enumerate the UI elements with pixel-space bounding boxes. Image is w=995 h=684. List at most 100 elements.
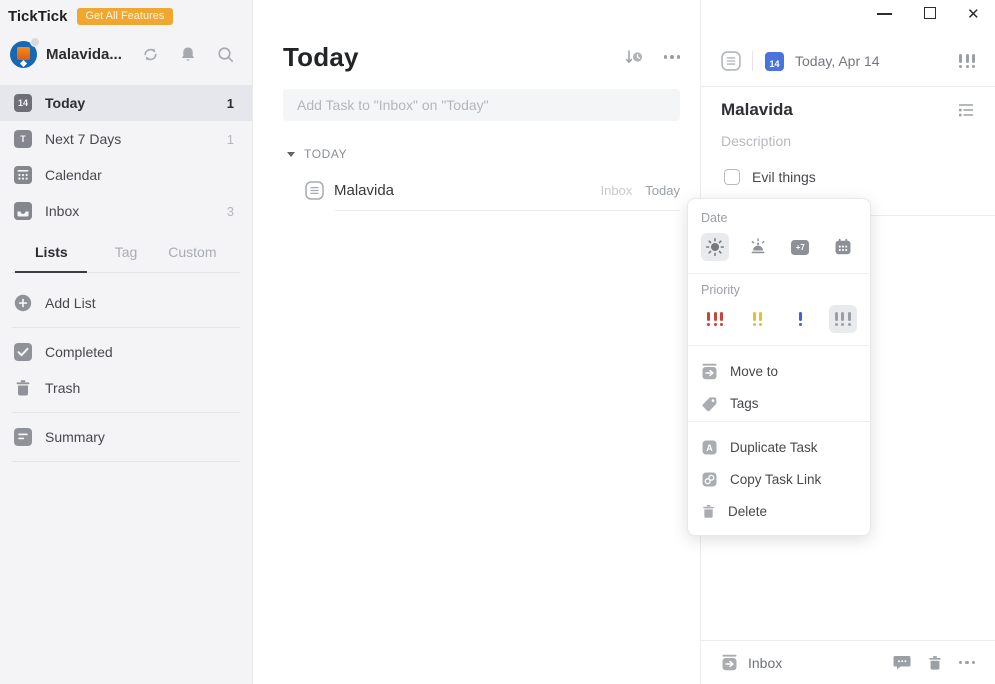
avatar-badge [30,36,40,47]
divider [752,51,753,71]
priority-medium-icon[interactable] [744,305,772,333]
inbox-icon [14,202,32,220]
divider [688,421,870,422]
sidebar: TickTick Get All Features Malavida... 14 [0,0,253,684]
chevron-down-icon [287,151,295,157]
tag-icon [701,395,718,412]
tab-tag[interactable]: Tag [115,244,138,260]
date-custom-calendar-icon[interactable] [829,233,857,261]
sort-icon[interactable] [624,48,644,66]
sidebar-item-summary[interactable]: Summary [0,419,252,455]
task-list-panel: Today TODAY Malavida Inbox Today [253,0,700,684]
menu-item-label: Copy Task Link [730,471,822,487]
brand-row: TickTick Get All Features [0,0,252,26]
plus-circle-icon [14,294,32,312]
date-today-sun-icon[interactable] [701,233,729,261]
today-calendar-icon: 14 [14,94,32,112]
list-more-icon[interactable] [663,55,680,59]
group-header-today[interactable]: TODAY [283,146,680,162]
due-date-calendar-icon[interactable]: 14 [765,51,784,71]
sync-icon[interactable] [142,46,159,63]
detail-task-title[interactable]: Malavida [721,100,957,120]
detail-more-icon[interactable] [958,660,975,665]
menu-item-move-to[interactable]: Move to [688,355,870,387]
account-row[interactable]: Malavida... [0,26,252,72]
sidebar-item-calendar[interactable]: Calendar [0,157,252,193]
close-button[interactable]: ✕ [965,3,982,25]
tab-custom[interactable]: Custom [168,244,216,260]
detail-footer: Inbox [701,640,995,684]
footer-list-selector[interactable]: Inbox [748,655,893,671]
sidebar-item-label: Inbox [45,203,80,219]
divider [12,327,240,328]
menu-item-delete[interactable]: Delete [688,495,870,527]
calendar-icon [14,166,32,184]
task-list-tag: Inbox [600,182,633,198]
date-next-week-icon[interactable]: +7 [786,233,814,261]
move-to-list-icon [721,654,738,671]
divider [12,412,240,413]
divider [12,461,240,462]
add-list-button[interactable]: Add List [0,285,252,321]
sidebar-nav: 14 Today 1 T Next 7 Days 1 Calendar Inbo… [0,85,252,229]
sidebar-item-trash[interactable]: Trash [0,370,252,406]
sidebar-item-completed[interactable]: Completed [0,334,252,370]
priority-high-icon[interactable] [701,305,729,333]
divider [701,86,995,87]
minimize-button[interactable] [877,13,892,15]
page-title: Today [283,41,359,72]
priority-icon[interactable] [959,53,975,69]
sidebar-item-inbox[interactable]: Inbox 3 [0,193,252,229]
search-icon[interactable] [217,46,234,63]
priority-low-icon[interactable] [786,305,814,333]
ticktick-window: TickTick Get All Features Malavida... 14 [0,0,995,684]
divider [335,210,680,211]
task-title: Malavida [334,181,395,199]
menu-item-duplicate-task[interactable]: A Duplicate Task [688,431,870,463]
duplicate-icon: A [701,439,718,456]
subtask-row: Evil things [721,166,975,188]
menu-item-tags[interactable]: Tags [688,387,870,419]
detail-header: 14 Today, Apr 14 [721,44,975,78]
count-badge: 3 [226,203,234,219]
priority-options [688,297,870,343]
notification-bell-icon[interactable] [180,46,196,63]
comment-icon[interactable] [893,654,911,671]
next7days-icon: T [14,130,32,148]
get-all-features-button[interactable]: Get All Features [76,7,174,25]
sidebar-item-label: Next 7 Days [45,131,122,147]
divider [688,273,870,274]
count-badge: 1 [226,131,234,147]
link-icon [701,471,718,488]
add-task-input[interactable] [283,89,680,121]
menu-item-label: Delete [728,503,768,519]
sidebar-item-label: Trash [45,380,81,396]
menu-date-label: Date [701,211,728,225]
sidebar-item-today[interactable]: 14 Today 1 [0,85,252,121]
priority-none-icon[interactable] [828,305,857,333]
divider [688,345,870,346]
sidebar-item-label: Summary [45,429,105,445]
svg-text:A: A [706,443,713,453]
subtask-checkbox[interactable] [724,169,740,185]
trash-icon[interactable] [927,655,943,671]
avatar[interactable] [10,36,40,68]
note-icon[interactable] [721,51,741,71]
description-field[interactable]: Description [721,133,975,149]
tab-lists[interactable]: Lists [35,244,68,260]
outline-list-icon[interactable] [957,101,975,119]
subtask-label[interactable]: Evil things [752,169,816,185]
date-tomorrow-bell-icon[interactable] [744,233,772,261]
date-options: +7 [688,225,870,271]
detail-title-row: Malavida [721,100,975,120]
task-row[interactable]: Malavida Inbox Today [283,176,680,204]
completed-check-icon [14,343,32,361]
sidebar-tabs: Lists Tag Custom [12,244,240,273]
account-name[interactable]: Malavida... [46,46,142,63]
due-date-text[interactable]: Today, Apr 14 [795,53,959,69]
sidebar-item-label: Today [45,95,86,111]
menu-item-copy-task-link[interactable]: Copy Task Link [688,463,870,495]
group-label: TODAY [304,147,348,161]
sidebar-item-next7days[interactable]: T Next 7 Days 1 [0,121,252,157]
maximize-button[interactable] [924,7,936,19]
